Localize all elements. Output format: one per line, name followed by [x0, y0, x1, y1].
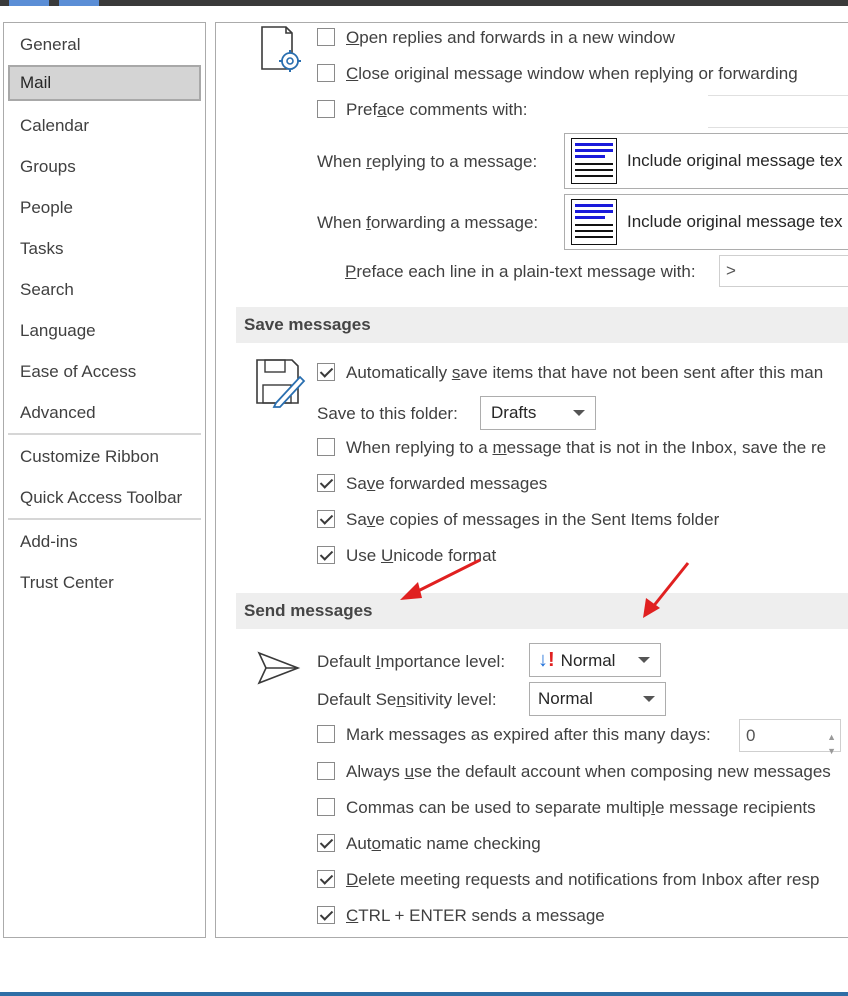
- close-original-checkbox[interactable]: [317, 64, 335, 82]
- always-default-account-label: Always use the default account when comp…: [346, 762, 831, 781]
- mark-expired-label: Mark messages as expired after this many…: [346, 725, 711, 744]
- window-top-bar: [0, 0, 848, 6]
- save-forwarded-checkbox[interactable]: [317, 474, 335, 492]
- preface-comments-input-border: [708, 127, 848, 128]
- preface-comments-input[interactable]: [708, 95, 848, 96]
- sidebar-item-tasks[interactable]: Tasks: [8, 231, 201, 267]
- sensitivity-label: Default Sensitivity level:: [317, 690, 497, 709]
- auto-name-checkbox[interactable]: [317, 834, 335, 852]
- when-replying-dropdown[interactable]: Include original message tex: [564, 133, 848, 189]
- when-forwarding-dropdown[interactable]: Include original message tex: [564, 194, 848, 250]
- sidebar-item-people[interactable]: People: [8, 190, 201, 226]
- auto-save-label: Automatically save items that have not b…: [346, 363, 824, 382]
- save-folder-label: Save to this folder:: [317, 404, 458, 423]
- not-in-inbox-checkbox[interactable]: [317, 438, 335, 456]
- not-in-inbox-label: When replying to a message that is not i…: [346, 438, 827, 457]
- chevron-down-icon: [643, 696, 655, 702]
- save-copies-checkbox[interactable]: [317, 510, 335, 528]
- sidebar-item-calendar[interactable]: Calendar: [8, 108, 201, 144]
- forward-format-icon: [571, 199, 617, 245]
- sensitivity-dropdown[interactable]: Normal: [529, 682, 666, 716]
- title-tab: [59, 0, 99, 6]
- auto-save-checkbox[interactable]: [317, 363, 335, 381]
- expired-days-value: 0: [746, 726, 756, 745]
- sidebar-item-quick-access-toolbar[interactable]: Quick Access Toolbar: [8, 480, 201, 516]
- when-replying-value: Include original message tex: [627, 151, 843, 170]
- save-copies-label: Save copies of messages in the Sent Item…: [346, 510, 720, 529]
- sidebar-item-add-ins[interactable]: Add-ins: [8, 524, 201, 560]
- sidebar-item-customize-ribbon[interactable]: Customize Ribbon: [8, 439, 201, 475]
- mark-expired-checkbox[interactable]: [317, 725, 335, 743]
- importance-value: Normal: [560, 651, 616, 670]
- save-messages-header: Save messages: [236, 307, 848, 343]
- unicode-checkbox[interactable]: [317, 546, 335, 564]
- commas-label: Commas can be used to separate multiple …: [346, 798, 816, 817]
- send-icon: [257, 651, 301, 685]
- delete-meeting-checkbox[interactable]: [317, 870, 335, 888]
- sidebar-item-groups[interactable]: Groups: [8, 149, 201, 185]
- chevron-down-icon: [573, 410, 585, 416]
- sidebar-divider: [8, 518, 201, 520]
- sidebar-item-mail[interactable]: Mail: [8, 65, 201, 101]
- send-messages-header: Send messages: [236, 593, 848, 629]
- chevron-down-icon: [638, 657, 650, 663]
- preface-plain-input[interactable]: >: [719, 255, 848, 287]
- reply-format-icon: [571, 138, 617, 184]
- when-replying-label: When replying to a message:: [317, 152, 538, 171]
- save-folder-value: Drafts: [491, 403, 537, 422]
- importance-dropdown[interactable]: ↓! Normal: [529, 643, 661, 677]
- ctrl-enter-checkbox[interactable]: [317, 906, 335, 924]
- preface-plain-label: Preface each line in a plain-text messag…: [345, 262, 696, 281]
- unicode-label: Use Unicode format: [346, 546, 497, 565]
- close-original-label: Close original message window when reply…: [346, 64, 798, 83]
- auto-name-label: Automatic name checking: [346, 834, 541, 853]
- save-forwarded-label: Save forwarded messages: [346, 474, 548, 493]
- sidebar-item-trust-center[interactable]: Trust Center: [8, 565, 201, 601]
- when-forwarding-label: When forwarding a message:: [317, 213, 539, 232]
- window-bottom-border: [0, 992, 848, 996]
- options-sidebar: General Mail Calendar Groups People Task…: [3, 22, 206, 938]
- sidebar-divider: [8, 433, 201, 435]
- open-new-window-label: Open replies and forwards in a new windo…: [346, 28, 675, 47]
- reply-settings-icon: [261, 26, 301, 72]
- always-default-account-checkbox[interactable]: [317, 762, 335, 780]
- sidebar-item-advanced[interactable]: Advanced: [8, 395, 201, 431]
- ctrl-enter-label: CTRL + ENTER sends a message: [346, 906, 605, 925]
- preface-comments-label: Preface comments with:: [346, 100, 528, 119]
- low-importance-icon: ↓: [538, 649, 548, 671]
- save-folder-dropdown[interactable]: Drafts: [480, 396, 596, 430]
- commas-checkbox[interactable]: [317, 798, 335, 816]
- title-tab: [9, 0, 49, 6]
- sidebar-item-search[interactable]: Search: [8, 272, 201, 308]
- preface-comments-checkbox[interactable]: [317, 100, 335, 118]
- save-edit-icon: [256, 359, 306, 408]
- options-main-pane: Open replies and forwards in a new windo…: [215, 22, 848, 938]
- when-forwarding-value: Include original message tex: [627, 212, 843, 231]
- expired-days-input[interactable]: 0 ▲ ▼: [739, 719, 841, 756]
- high-importance-icon: !: [548, 649, 555, 671]
- open-new-window-checkbox[interactable]: [317, 28, 335, 46]
- importance-label: Default Importance level:: [317, 652, 506, 671]
- delete-meeting-label: Delete meeting requests and notification…: [346, 870, 820, 889]
- sidebar-item-general[interactable]: General: [8, 27, 201, 63]
- sensitivity-value: Normal: [538, 689, 593, 708]
- sidebar-item-language[interactable]: Language: [8, 313, 201, 349]
- sidebar-item-ease-of-access[interactable]: Ease of Access: [8, 354, 201, 390]
